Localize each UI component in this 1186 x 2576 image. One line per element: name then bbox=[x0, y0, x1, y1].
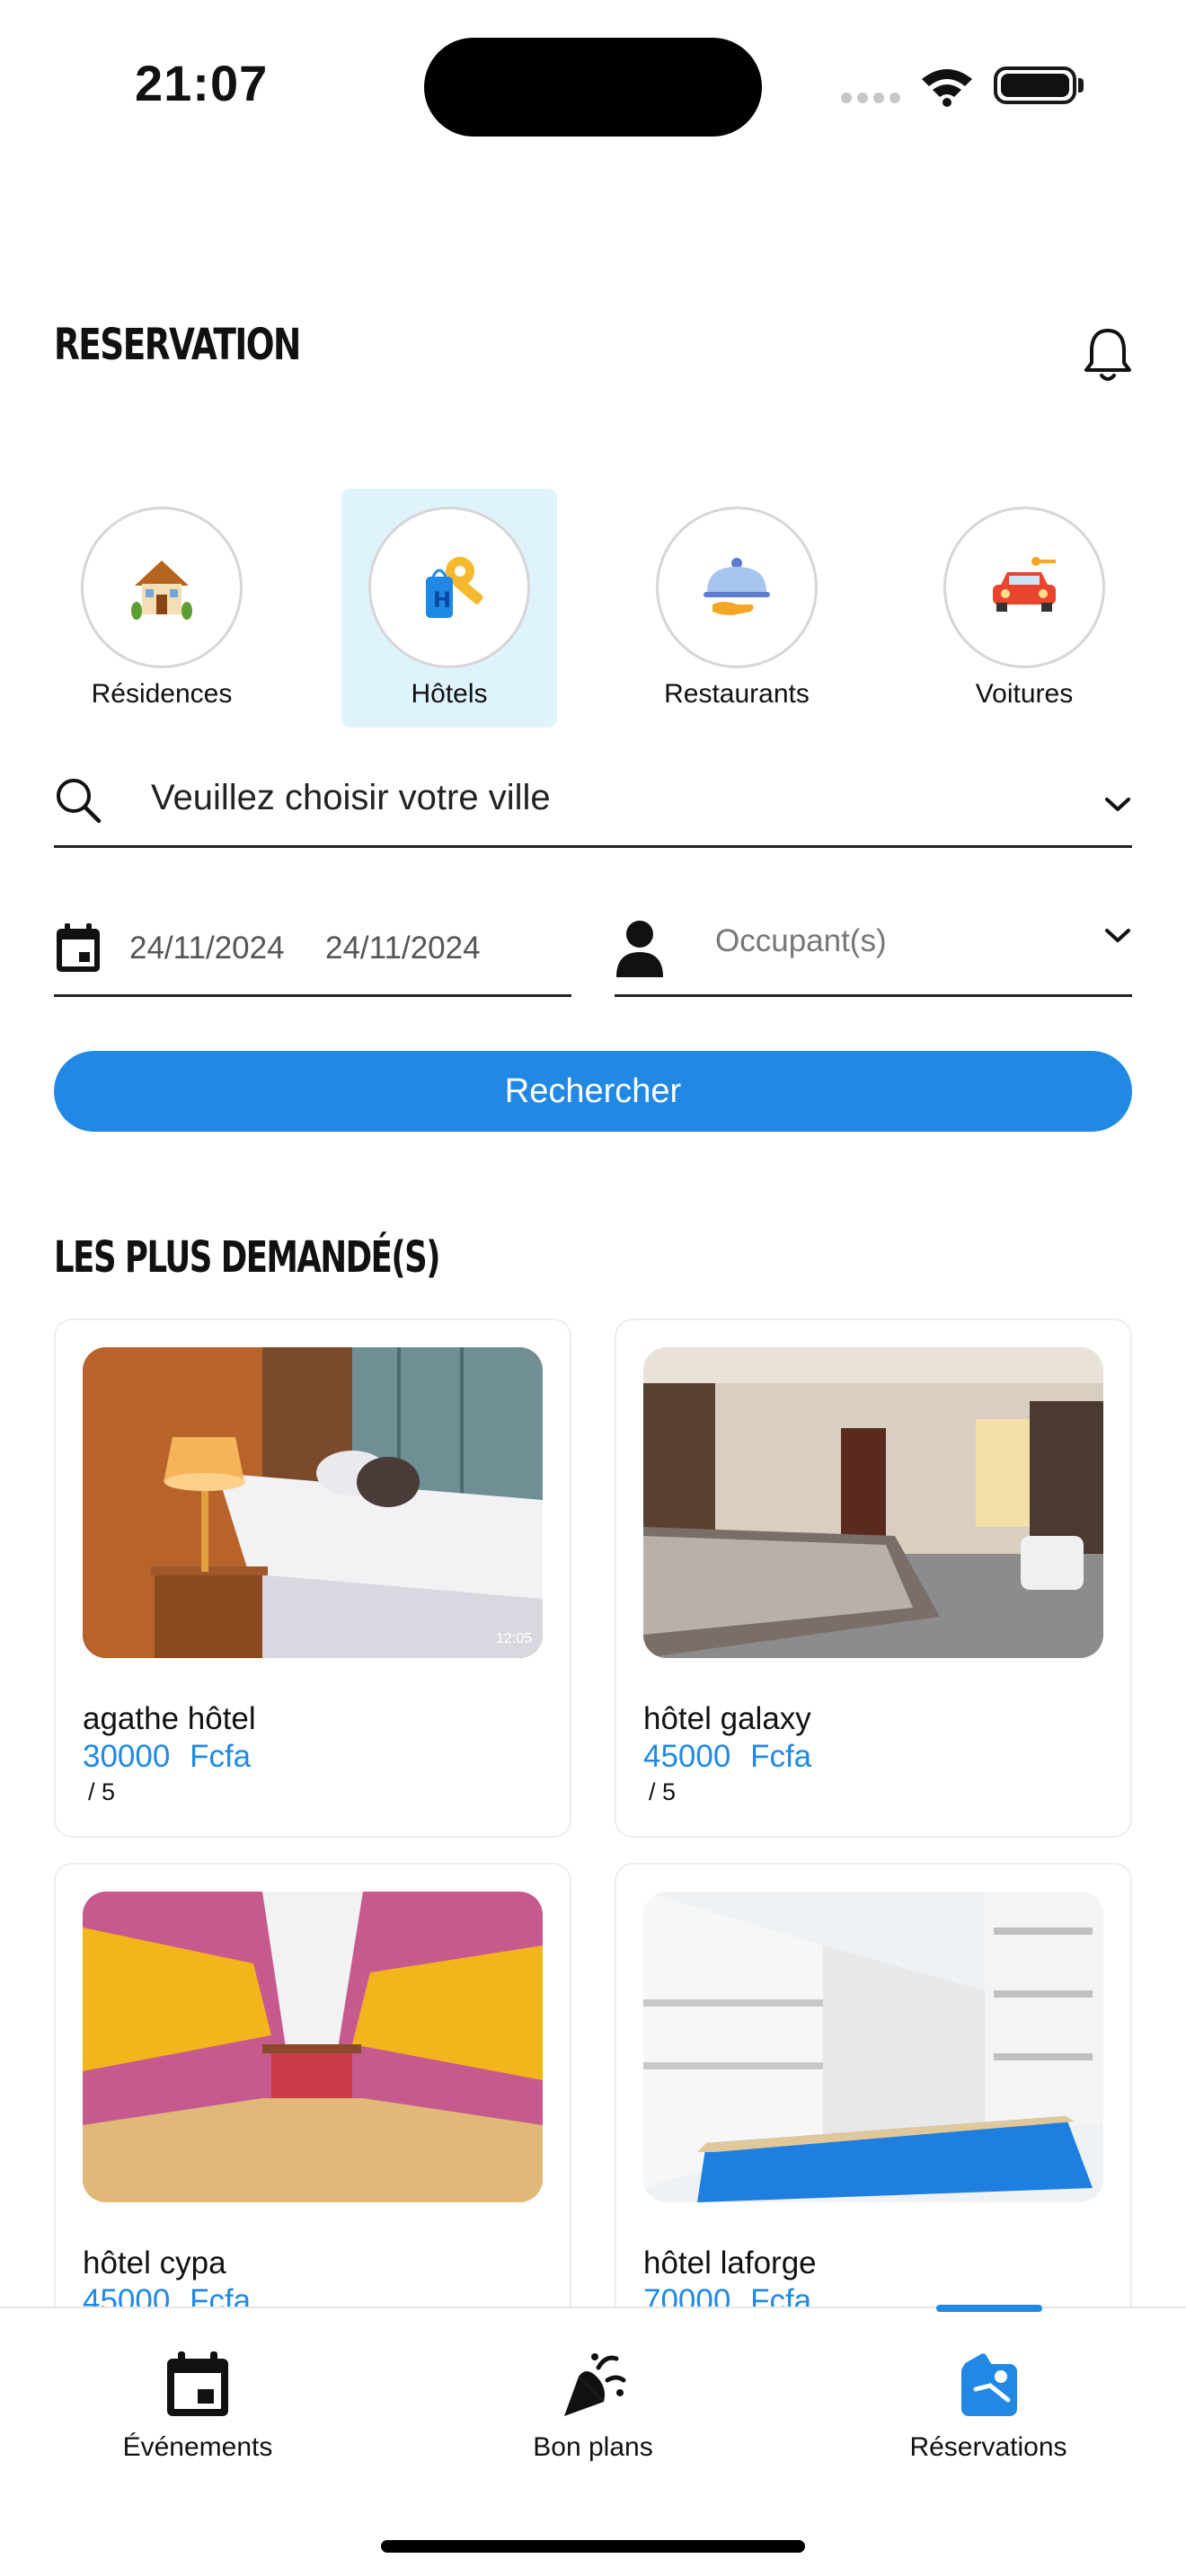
hotel-name: agathe hôtel bbox=[83, 1701, 256, 1736]
hotel-price: 30000 Fcfa bbox=[83, 1739, 252, 1774]
hotel-grid: 12:05 agathe hôtel 30000 Fcfa / 5 hôtel … bbox=[0, 1319, 1186, 2308]
occupants-placeholder: Occupant(s) bbox=[715, 923, 887, 958]
hotel-name: hôtel cypa bbox=[83, 2245, 226, 2280]
status-time: 21:07 bbox=[135, 55, 269, 111]
category-restaurants[interactable]: Restaurants bbox=[629, 489, 845, 728]
category-residences[interactable]: Résidences bbox=[54, 489, 270, 728]
nav-evenements[interactable]: Événements bbox=[63, 2344, 332, 2470]
nav-label: Réservations bbox=[909, 2432, 1067, 2462]
dynamic-island bbox=[424, 38, 762, 137]
nav-label: Événements bbox=[122, 2432, 273, 2462]
category-label: Voitures bbox=[975, 679, 1074, 709]
party-popper-icon bbox=[564, 2353, 626, 2416]
category-label: Restaurants bbox=[664, 679, 810, 709]
calendar-icon bbox=[167, 2351, 228, 2416]
hotel-price: 45000 Fcfa bbox=[643, 1739, 812, 1774]
reservation-icon bbox=[961, 2353, 1017, 2416]
active-tab-indicator bbox=[936, 2305, 1042, 2312]
home-indicator bbox=[381, 2540, 805, 2553]
hotel-image bbox=[643, 1347, 1103, 1658]
date-end: 24/11/2024 bbox=[325, 931, 481, 966]
page-title: RESERVATION bbox=[54, 320, 301, 370]
category-hotels[interactable]: H Hôtels bbox=[341, 489, 557, 728]
car-icon bbox=[993, 557, 1056, 612]
wifi-icon bbox=[922, 69, 972, 107]
hotel-price: 45000 Fcfa bbox=[83, 2283, 252, 2308]
hotel-card[interactable]: hôtel laforge 70000 Fcfa bbox=[615, 1863, 1132, 2308]
category-tabs: Résidences H Hôtels Restaurants Voitures bbox=[54, 489, 1132, 728]
status-bar: 21:07 bbox=[0, 0, 1186, 171]
category-label: Hôtels bbox=[411, 679, 488, 709]
bottom-nav: Événements Bon plans Réservations bbox=[0, 2305, 1186, 2576]
image-timestamp: 12:05 bbox=[495, 1631, 532, 1646]
hotel-card[interactable]: hôtel galaxy 45000 Fcfa / 5 bbox=[615, 1319, 1132, 1838]
nav-bon-plans[interactable]: Bon plans bbox=[458, 2344, 728, 2470]
nav-label: Bon plans bbox=[533, 2432, 653, 2462]
category-label: Résidences bbox=[91, 679, 233, 709]
cloche-icon bbox=[704, 558, 770, 615]
hotel-card[interactable]: 12:05 agathe hôtel 30000 Fcfa / 5 bbox=[54, 1319, 571, 1838]
chevron-down-icon bbox=[1105, 798, 1130, 811]
city-select[interactable]: Veuillez choisir votre ville bbox=[54, 763, 1132, 848]
chevron-down-icon bbox=[1105, 929, 1130, 942]
bell-icon[interactable] bbox=[1082, 325, 1134, 384]
date-start: 24/11/2024 bbox=[129, 931, 285, 966]
hotel-image bbox=[643, 1892, 1103, 2202]
calendar-icon bbox=[57, 923, 100, 972]
category-voitures[interactable]: Voitures bbox=[916, 489, 1132, 728]
hotel-name: hôtel laforge bbox=[643, 2245, 817, 2280]
hotel-card[interactable]: hôtel cypa 45000 Fcfa bbox=[54, 1863, 571, 2308]
date-range-field[interactable]: 24/11/2024 24/11/2024 bbox=[54, 907, 571, 997]
house-icon bbox=[131, 560, 192, 620]
battery-icon bbox=[994, 66, 1076, 104]
hotel-key-icon: H bbox=[426, 557, 483, 618]
hotel-rating: / 5 bbox=[649, 1778, 677, 1805]
hotel-image bbox=[83, 1892, 543, 2202]
person-icon bbox=[616, 921, 663, 977]
hotel-price: 70000 Fcfa bbox=[643, 2283, 812, 2308]
signal-icon bbox=[841, 92, 906, 108]
section-title: LES PLUS DEMANDÉ(S) bbox=[54, 1232, 441, 1283]
nav-reservations[interactable]: Réservations bbox=[854, 2344, 1123, 2470]
hotel-image: 12:05 bbox=[83, 1347, 543, 1658]
hotel-name: hôtel galaxy bbox=[643, 1701, 811, 1736]
hotel-rating: / 5 bbox=[88, 1778, 116, 1805]
search-icon bbox=[57, 779, 102, 824]
svg-text:H: H bbox=[433, 587, 451, 613]
city-placeholder: Veuillez choisir votre ville bbox=[151, 778, 551, 817]
occupants-select[interactable]: Occupant(s) bbox=[615, 907, 1132, 997]
search-button[interactable]: Rechercher bbox=[54, 1051, 1132, 1132]
